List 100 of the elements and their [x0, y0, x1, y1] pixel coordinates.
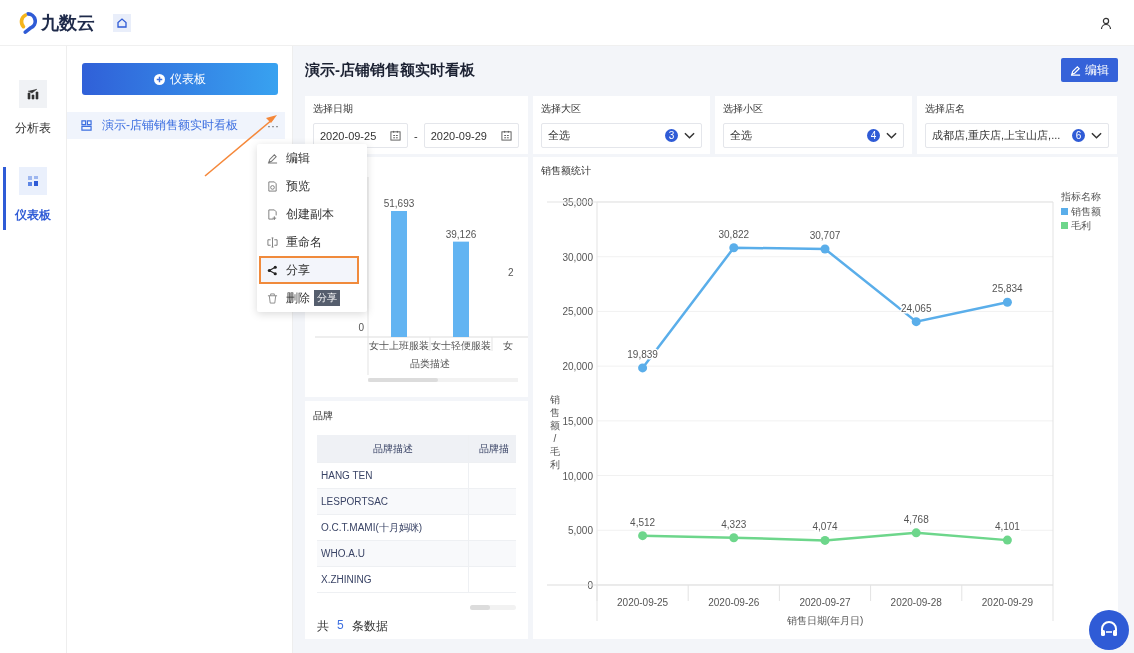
axis-tick-label: 0 [358, 322, 364, 333]
filter-label: 选择小区 [723, 102, 764, 116]
data-point [729, 533, 739, 543]
chevron-down-icon [1091, 131, 1102, 140]
user-icon[interactable] [1100, 16, 1112, 29]
date-field[interactable]: 2020-09-29 [423, 123, 519, 148]
data-label: 4,768 [903, 513, 929, 525]
table-title: 品牌 [312, 409, 334, 423]
select-field[interactable]: 全选 4 [723, 123, 904, 148]
axis-title: 销售日期(年月日) [786, 615, 864, 626]
axis-tick-label: 2020-09-29 [981, 597, 1033, 608]
category-label: 女士轻便服装 [431, 340, 491, 351]
data-label: 30,707 [809, 230, 841, 241]
data-point [1002, 297, 1012, 307]
rail-item[interactable]: 分析表 [0, 80, 67, 137]
app-logo: 九数云 [41, 11, 95, 35]
data-label: 24,065 [900, 302, 932, 314]
bar-chart-icon [19, 80, 47, 108]
calendar-icon [500, 130, 512, 141]
range-separator: - [414, 129, 418, 142]
axis-title: 品类描述 [410, 358, 450, 369]
data-point [911, 317, 921, 327]
column-header[interactable]: 品牌描 [469, 435, 516, 462]
data-label: 4,323 [721, 518, 747, 530]
pen-icon [1070, 64, 1081, 76]
data-label: 4,512 [630, 516, 656, 528]
chevron-down-icon [886, 131, 897, 140]
select-field[interactable]: 成都店,重庆店,上宝山店,... 6 [925, 123, 1109, 148]
data-point [820, 535, 830, 545]
axis-tick-label: 2020-09-28 [890, 597, 942, 608]
dashboard-title: 演示-店铺销售额实时看板 [305, 60, 475, 80]
axis-tick-label: 35,000 [562, 197, 593, 208]
axis-tick-label: 2020-09-26 [708, 597, 760, 608]
logo-icon [18, 11, 38, 34]
footer-text: 条数据 [351, 618, 388, 635]
chevron-down-icon [684, 131, 695, 140]
menu-item[interactable]: 删除 分享 [257, 284, 367, 312]
preview-icon [267, 180, 278, 192]
legend-label[interactable]: 销售额 [1071, 206, 1101, 217]
menu-item[interactable]: 预览 [257, 172, 367, 200]
chart-title: 销售额统计 [540, 164, 592, 178]
data-label: 4,101 [994, 521, 1020, 533]
data-label: 30,822 [718, 228, 750, 240]
footer-text: 共 [317, 618, 329, 635]
table-cell: O.C.T.MAMI(十月妈咪) [317, 515, 469, 540]
column-header[interactable]: 品牌描述 [317, 435, 469, 462]
data-label: 39,126 [445, 228, 477, 240]
axis-tick-label: 2020-09-25 [617, 597, 669, 608]
table-cell: HANG TEN [317, 463, 469, 488]
dashboard-list-item[interactable]: 演示-店铺销售额实时看板 ··· [67, 112, 285, 139]
axis-tick-label: 0 [587, 580, 593, 591]
dashboard-icon [81, 120, 92, 131]
share-icon [267, 264, 278, 276]
calendar-icon [390, 130, 401, 141]
dashboard-icon [19, 167, 47, 195]
scrollbar[interactable] [368, 378, 438, 382]
axis-tick-label: 20,000 [562, 361, 593, 373]
copy-icon [267, 208, 278, 220]
category-label: 女 [503, 340, 513, 351]
data-point [638, 363, 648, 373]
data-label: 51,693 [383, 198, 415, 209]
data-label: 4,074 [812, 521, 838, 533]
filter-label: 选择大区 [541, 102, 582, 116]
home-icon[interactable] [113, 13, 131, 32]
scrollbar[interactable] [470, 605, 490, 610]
menu-item[interactable]: 重命名 [257, 228, 367, 256]
menu-item[interactable]: 分享 [259, 256, 359, 284]
table-cell: X.ZHINING [317, 567, 469, 592]
data-point [820, 244, 830, 254]
axis-tick-label: 10,000 [562, 470, 593, 482]
table-cell: WHO.A.U [317, 541, 469, 566]
axis-tick-label: 2020-09-27 [799, 597, 851, 608]
data-point [638, 531, 648, 541]
data-point [1002, 535, 1012, 545]
menu-item[interactable]: 创建副本 [257, 200, 367, 228]
tooltip: 分享 [314, 290, 340, 306]
data-label: 2 [508, 267, 514, 278]
more-button[interactable]: ··· [267, 118, 279, 133]
data-label: 25,834 [992, 283, 1023, 295]
count-badge: 4 [867, 129, 880, 142]
table-cell: LESPORTSAC [317, 489, 469, 514]
filter-label: 选择日期 [313, 102, 354, 116]
axis-tick-label: 5,000 [567, 525, 593, 537]
axis-title: 销售额/毛利 [550, 394, 560, 470]
count-badge: 3 [665, 129, 678, 142]
data-point [729, 243, 739, 253]
count-badge: 6 [1072, 129, 1085, 142]
filter-label: 选择店名 [925, 102, 966, 116]
legend-title: 指标名称 [1061, 191, 1101, 202]
axis-tick-label: 30,000 [562, 251, 593, 263]
legend-label[interactable]: 毛利 [1071, 220, 1091, 231]
row-count: 5 [337, 618, 344, 634]
axis-tick-label: 15,000 [562, 415, 593, 427]
edit-button[interactable]: 编辑 [1061, 58, 1118, 82]
axis-tick-label: 25,000 [562, 306, 593, 318]
new-dashboard-button[interactable]: 仪表板 [82, 63, 278, 95]
rename-icon [267, 236, 278, 248]
trash-icon [267, 292, 278, 304]
data-point [911, 528, 921, 538]
select-field[interactable]: 全选 3 [541, 123, 702, 148]
